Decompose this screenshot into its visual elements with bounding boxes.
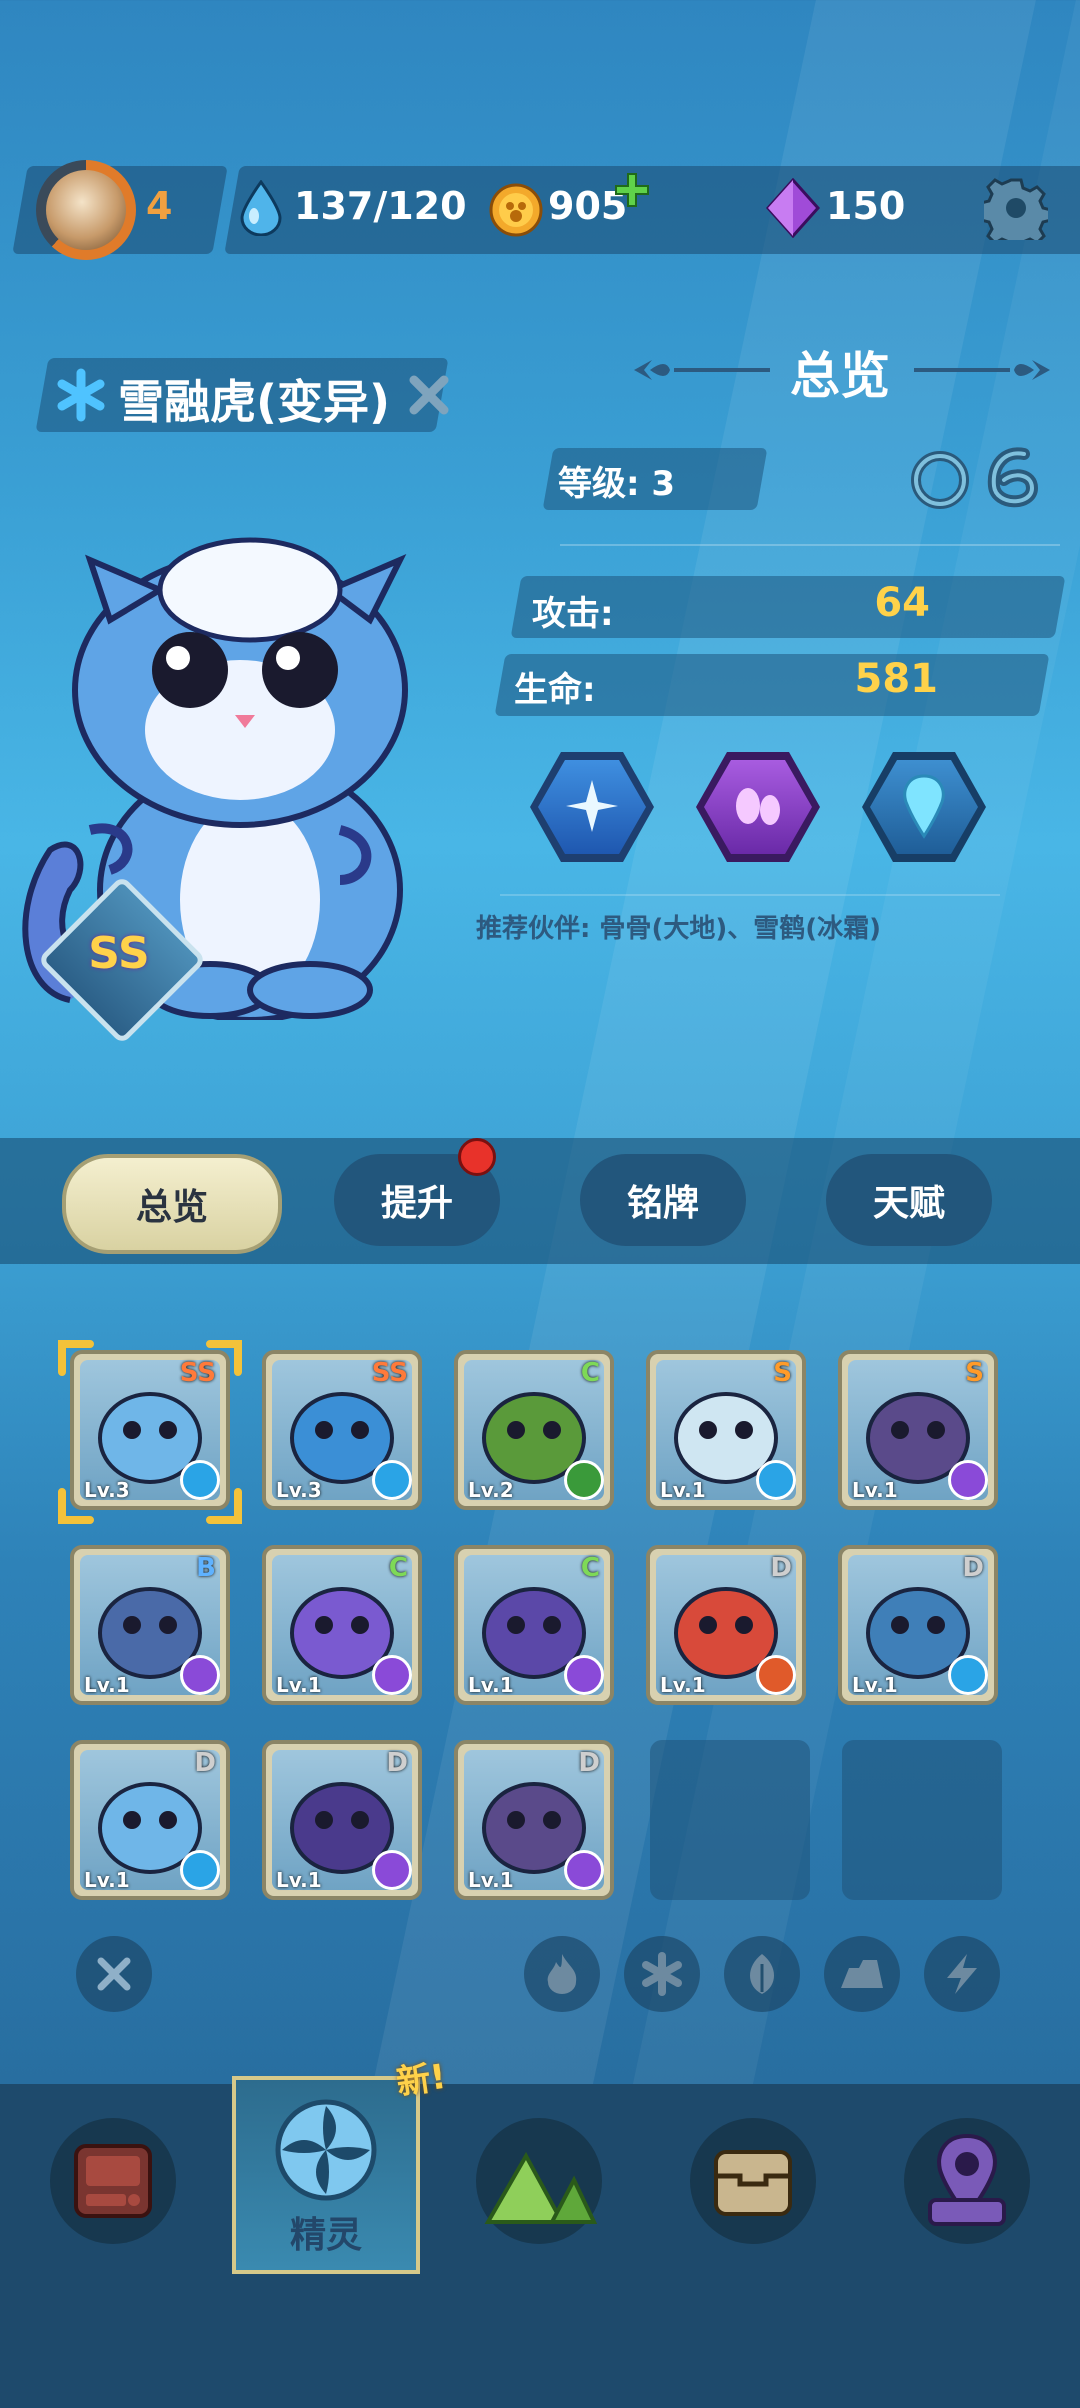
attack-value: 64 [874,580,930,626]
ice-element-icon [948,1655,988,1695]
pet-level: Lv.1 [276,1868,322,1892]
clear-filter-button[interactable] [76,1936,152,2012]
pet-rank: C [580,1358,600,1388]
pet-level: Lv.1 [84,1868,130,1892]
pet-level: Lv.1 [852,1478,898,1502]
pet-rank: B [196,1553,216,1583]
pet-card[interactable]: B Lv.1 [70,1545,230,1705]
player-level: 4 [146,184,173,228]
pet-card[interactable]: SS Lv.3 [262,1350,422,1510]
energy-counter: 137/120 [294,184,467,228]
recommend-text: 推荐伙伴: 骨骨(大地)、雪鹤(冰霜) [476,914,881,944]
rank-badge-label: SS [88,928,150,979]
hp-label: 生命: [514,670,596,710]
new-badge: 新! [393,2056,449,2104]
pet-card[interactable]: D Lv.1 [454,1740,614,1900]
player-avatar[interactable] [36,160,136,260]
pet-rank: C [580,1553,600,1583]
ice-element-icon [372,1460,412,1500]
nav-shop-button[interactable] [50,2118,176,2244]
pet-rank: SS [371,1358,408,1388]
pet-card[interactable]: D Lv.1 [262,1740,422,1900]
divider-2 [500,894,1000,896]
pet-rank: S [773,1358,792,1388]
filter-earth-icon[interactable] [824,1936,900,2012]
nav-location-button[interactable] [904,2118,1030,2244]
pet-rank: D [962,1553,984,1583]
tab-overview[interactable]: 总览 [62,1154,282,1254]
filter-fire-icon[interactable] [524,1936,600,2012]
nav-map-mountain-button[interactable] [476,2118,602,2244]
pet-rank: D [194,1748,216,1778]
pet-card[interactable]: D Lv.1 [838,1545,998,1705]
pet-rank: C [388,1553,408,1583]
pet-level: Lv.1 [276,1673,322,1697]
pet-level: Lv.1 [468,1868,514,1892]
tab-talent[interactable]: 天赋 [826,1154,992,1246]
evolve-icon [984,446,1044,512]
pet-card[interactable]: C Lv.1 [454,1545,614,1705]
pet-level: Lv.3 [276,1478,322,1502]
ice-element-icon [180,1850,220,1890]
settings-gear-icon[interactable] [979,176,1053,252]
pet-card[interactable]: D Lv.1 [646,1545,806,1705]
filter-ice-icon[interactable] [624,1936,700,2012]
empty-slot [650,1740,810,1900]
pet-rank: D [578,1748,600,1778]
thunder-element-icon [564,1850,604,1890]
title-ornament-left [630,356,770,384]
thunder-element-icon [372,1655,412,1695]
pet-card[interactable]: C Lv.1 [262,1545,422,1705]
overview-title: 总览 [790,347,890,405]
filter-thunder-icon[interactable] [924,1936,1000,2012]
pet-rank: D [386,1748,408,1778]
empty-slot [842,1740,1002,1900]
gem-counter: 150 [826,184,906,228]
thunder-element-icon [372,1850,412,1890]
pet-level: Lv.1 [660,1478,706,1502]
pet-rank: S [965,1358,984,1388]
fire-element-icon [756,1655,796,1695]
thunder-element-icon [948,1460,988,1500]
thunder-element-icon [564,1655,604,1695]
snowflake-icon [54,368,108,422]
title-ornament-right [914,356,1054,384]
nav-chest-button[interactable] [690,2118,816,2244]
divider [560,544,1060,546]
filter-leaf-icon[interactable] [724,1936,800,2012]
pet-level: Lv.2 [468,1478,514,1502]
pet-level: Lv.1 [84,1673,130,1697]
selection-frame [56,1338,244,1526]
lock-ring-icon [910,450,970,510]
nav-spirit-label: 精灵 [289,2215,362,2256]
tab-nameplate[interactable]: 铭牌 [580,1154,746,1246]
water-drop-icon [238,179,284,237]
pet-level: Lv.1 [468,1673,514,1697]
spirit-icon [274,2098,378,2202]
gem-icon [765,177,821,239]
ice-element-icon [756,1460,796,1500]
pet-level: Lv.1 [852,1673,898,1697]
level-label: 等级: 3 [558,464,676,504]
pet-level: Lv.1 [660,1673,706,1697]
attack-label: 攻击: [532,594,614,634]
close-icon[interactable] [404,370,454,420]
pet-card[interactable]: S Lv.1 [838,1350,998,1510]
pet-name: 雪融虎(变异) [118,375,391,429]
leaf-element-icon [564,1460,604,1500]
pet-card[interactable]: C Lv.2 [454,1350,614,1510]
add-coins-icon[interactable] [614,172,650,208]
thunder-element-icon [180,1655,220,1695]
coin-icon [488,182,544,238]
pet-card[interactable]: S Lv.1 [646,1350,806,1510]
pet-card[interactable]: D Lv.1 [70,1740,230,1900]
pet-rank: D [770,1553,792,1583]
hp-value: 581 [854,656,939,702]
notification-dot [458,1138,496,1176]
